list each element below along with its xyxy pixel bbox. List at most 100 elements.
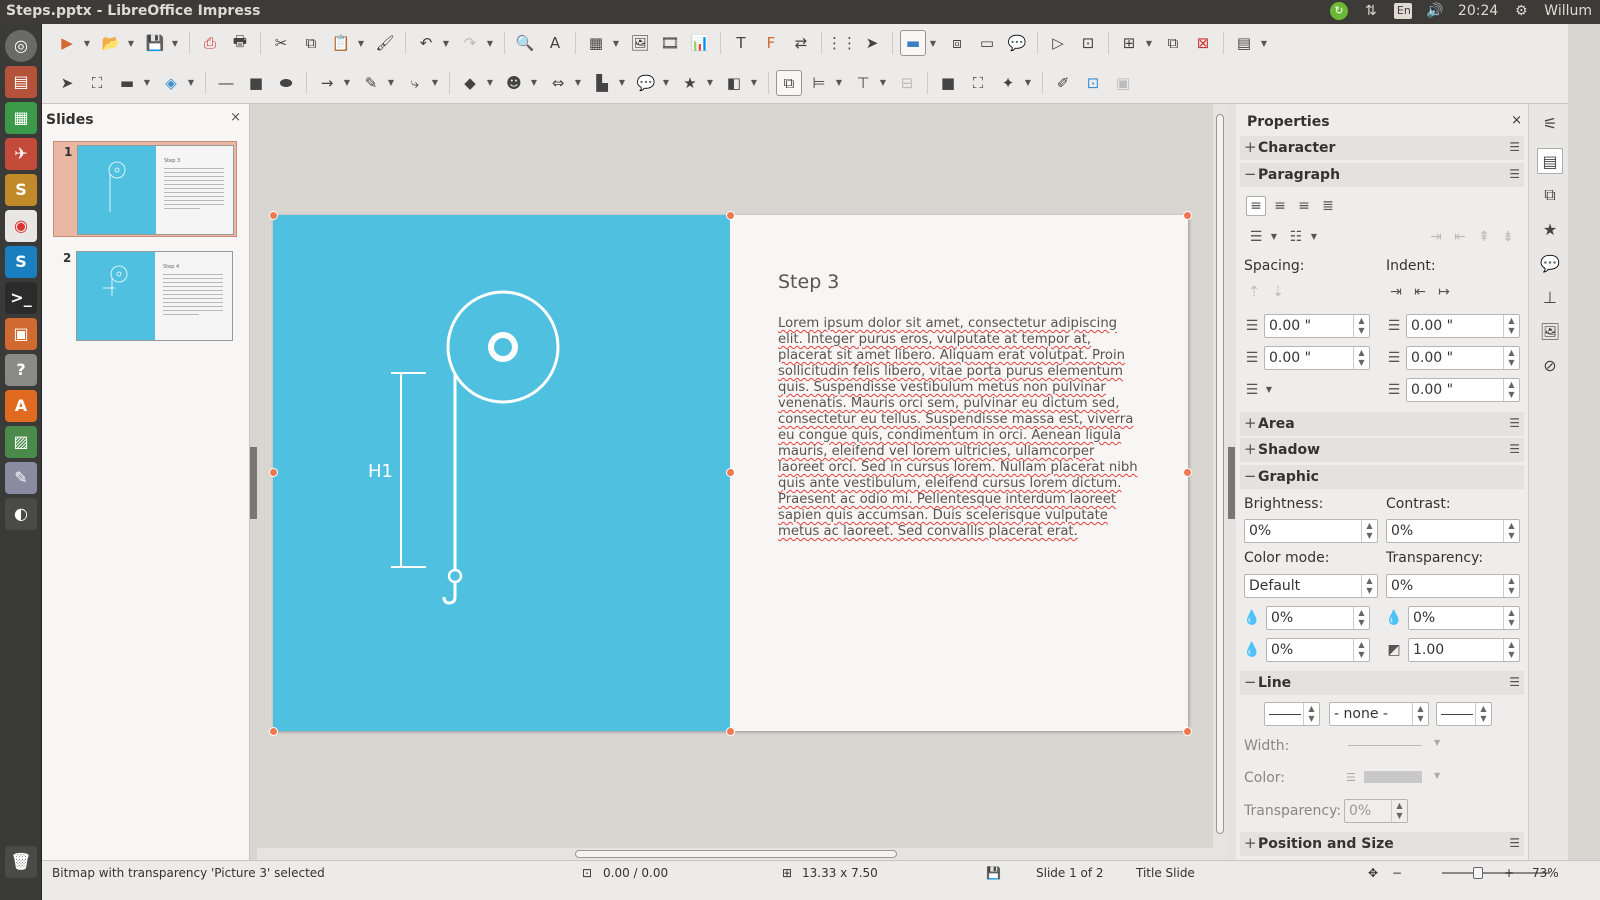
first-line-indent-input[interactable]: 0.00 " ▲ ▼ bbox=[1406, 378, 1520, 402]
3d-objects-icon[interactable]: ◧ bbox=[721, 70, 747, 96]
slide-thumbnail[interactable]: 2 Step 4 bbox=[53, 248, 237, 344]
numbering-icon[interactable]: ☷ bbox=[1286, 227, 1306, 247]
slide-thumbnail[interactable]: 1 Step 3 bbox=[53, 141, 237, 237]
connector-tool-icon[interactable]: ⤷ bbox=[402, 70, 428, 96]
chevron-down-icon[interactable]: ▼ bbox=[342, 78, 352, 87]
line-spacing-icon[interactable]: ☰ bbox=[1242, 380, 1262, 400]
master-slide-icon[interactable]: ⧈ bbox=[944, 30, 970, 56]
section-paragraph[interactable]: − Paragraph ☰ bbox=[1240, 163, 1524, 187]
screenshot-tool-icon[interactable]: ✎ bbox=[5, 462, 37, 494]
collapse-icon[interactable]: − bbox=[1244, 673, 1257, 691]
zoom-level[interactable]: 73% bbox=[1532, 866, 1559, 880]
volume-icon[interactable]: 🔊 bbox=[1426, 2, 1444, 20]
flowchart-icon[interactable]: ▙ bbox=[589, 70, 615, 96]
slide-title[interactable]: Step 3 bbox=[778, 271, 839, 293]
chevron-down-icon[interactable]: ▼ bbox=[705, 78, 715, 87]
resize-handle-w[interactable] bbox=[269, 468, 278, 477]
toggle-extrusion-icon[interactable]: ▣ bbox=[1110, 70, 1136, 96]
resize-handle-s[interactable] bbox=[726, 727, 735, 736]
help-icon[interactable]: ? bbox=[5, 354, 37, 386]
file-manager-icon[interactable]: ▤ bbox=[5, 66, 37, 98]
software-center-icon[interactable]: A bbox=[5, 390, 37, 422]
print-icon[interactable]: 🖶 bbox=[227, 30, 253, 56]
rectangle-tool-icon[interactable]: ■ bbox=[243, 70, 269, 96]
brightness-input[interactable]: 0% ▲ ▼ bbox=[1244, 519, 1378, 543]
sidebar-splitter[interactable] bbox=[1227, 104, 1236, 860]
toggle-point-edit-icon[interactable]: ✐ bbox=[1050, 70, 1076, 96]
export-pdf-icon[interactable]: ⎙ bbox=[197, 30, 223, 56]
chevron-down-icon[interactable]: ▼ bbox=[1434, 771, 1440, 780]
collapse-icon[interactable]: − bbox=[1244, 467, 1257, 485]
chevron-down-icon[interactable]: ▼ bbox=[485, 78, 495, 87]
fill-color-icon[interactable]: ◈ bbox=[158, 70, 184, 96]
animation-tab-icon[interactable]: ★ bbox=[1537, 216, 1563, 242]
transformations-icon[interactable]: ⧉ bbox=[776, 69, 802, 96]
chevron-down-icon[interactable]: ▼ bbox=[1434, 738, 1440, 747]
spelling-icon[interactable]: A bbox=[542, 30, 568, 56]
chevron-down-icon[interactable]: ▼ bbox=[661, 78, 671, 87]
expand-icon[interactable]: + bbox=[1244, 414, 1257, 432]
blue-input[interactable]: 0% ▲ ▼ bbox=[1266, 638, 1370, 662]
section-position-size[interactable]: + Position and Size ☰ bbox=[1240, 832, 1524, 856]
resize-handle-nw[interactable] bbox=[269, 211, 278, 220]
line-color-picker-icon[interactable]: ☰ bbox=[1346, 771, 1360, 784]
section-graphic[interactable]: − Graphic bbox=[1240, 465, 1524, 489]
update-indicator-icon[interactable]: ↻ bbox=[1329, 2, 1348, 20]
stars-icon[interactable]: ★ bbox=[677, 70, 703, 96]
arrange-icon[interactable]: ⊤ bbox=[850, 70, 876, 96]
clock[interactable]: 20:24 bbox=[1458, 3, 1498, 19]
zoom-in-button[interactable]: + bbox=[1504, 866, 1514, 880]
camera-app-icon[interactable]: ◐ bbox=[5, 498, 37, 530]
chevron-down-icon[interactable]: ▼ bbox=[1264, 385, 1274, 394]
vertical-scrollbar[interactable] bbox=[1213, 104, 1227, 852]
more-options-icon[interactable]: ☰ bbox=[1509, 416, 1520, 430]
ellipse-tool-icon[interactable]: ⬬ bbox=[273, 70, 299, 96]
close-icon[interactable]: × bbox=[230, 110, 241, 125]
select-arrow-icon[interactable]: ➤ bbox=[54, 70, 80, 96]
align-left-icon[interactable]: ≡ bbox=[1246, 196, 1266, 216]
paste-icon[interactable]: 📋 bbox=[328, 30, 354, 56]
chevron-down-icon[interactable]: ▼ bbox=[485, 39, 495, 48]
start-from-first-icon[interactable]: ▷ bbox=[1045, 30, 1071, 56]
chevron-down-icon[interactable]: ▼ bbox=[1259, 39, 1269, 48]
before-text-indent-input[interactable]: 0.00 " ▲ ▼ bbox=[1406, 314, 1520, 338]
after-text-indent-input[interactable]: 0.00 " ▲ ▼ bbox=[1406, 346, 1520, 370]
align-right-icon[interactable]: ≡ bbox=[1294, 196, 1314, 216]
chevron-down-icon[interactable]: ▼ bbox=[573, 78, 583, 87]
sublime-text-icon[interactable]: S bbox=[5, 174, 37, 206]
network-icon[interactable]: ⇅ bbox=[1362, 2, 1380, 20]
section-character[interactable]: + Character ☰ bbox=[1240, 136, 1524, 160]
more-options-icon[interactable]: ☰ bbox=[1509, 140, 1520, 154]
system-tools-icon[interactable]: ✈ bbox=[5, 138, 37, 170]
decrease-spacing-icon[interactable]: ⇣ bbox=[1268, 282, 1288, 302]
chevron-down-icon[interactable]: ▼ bbox=[1269, 232, 1279, 241]
red-input[interactable]: 0% ▲ ▼ bbox=[1266, 606, 1370, 630]
slide-layout-icon[interactable]: ▭ bbox=[974, 30, 1000, 56]
line-transparency-input[interactable]: 0% ▲ ▼ bbox=[1344, 799, 1408, 823]
expand-icon[interactable]: + bbox=[1244, 440, 1257, 458]
chevron-down-icon[interactable]: ▼ bbox=[430, 78, 440, 87]
align-objects-icon[interactable]: ⊨ bbox=[806, 70, 832, 96]
insert-chart-icon[interactable]: 📊 bbox=[687, 30, 713, 56]
navigator-tab-icon[interactable]: ⊘ bbox=[1537, 352, 1563, 378]
decrease-indent-icon[interactable]: ⇤ bbox=[1450, 227, 1470, 247]
keyboard-language-indicator[interactable]: En bbox=[1393, 3, 1412, 19]
user-name[interactable]: Willum bbox=[1544, 3, 1592, 19]
expand-icon[interactable]: + bbox=[1244, 834, 1257, 852]
fit-slide-icon[interactable]: ✥ bbox=[1368, 866, 1378, 880]
resize-handle-n[interactable] bbox=[726, 211, 735, 220]
chevron-down-icon[interactable]: ▼ bbox=[386, 78, 396, 87]
slide-layout-menu-icon[interactable]: ▤ bbox=[1231, 30, 1257, 56]
contrast-input[interactable]: 0% ▲ ▼ bbox=[1386, 519, 1520, 543]
more-options-icon[interactable]: ☰ bbox=[1509, 167, 1520, 181]
color-mode-select[interactable]: Default ▲ ▼ bbox=[1244, 574, 1378, 598]
terminal-icon[interactable]: >_ bbox=[5, 282, 37, 314]
curve-tool-icon[interactable]: ✎ bbox=[358, 70, 384, 96]
chevron-down-icon[interactable]: ▼ bbox=[529, 78, 539, 87]
image-viewer-icon[interactable]: ▨ bbox=[5, 426, 37, 458]
chevron-down-icon[interactable]: ▼ bbox=[186, 78, 196, 87]
scrollbar-thumb[interactable] bbox=[1216, 114, 1224, 834]
zoom-slider-knob[interactable] bbox=[1473, 867, 1483, 879]
graphic-transparency-input[interactable]: 0% ▲ ▼ bbox=[1386, 574, 1520, 598]
trash-icon[interactable]: 🗑 bbox=[5, 846, 37, 878]
